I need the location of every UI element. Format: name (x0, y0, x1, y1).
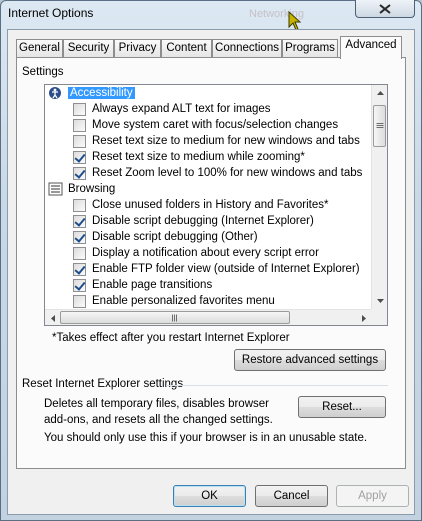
scrollbar-corner (371, 309, 387, 325)
tab-security[interactable]: Security (63, 39, 114, 58)
option-checkbox[interactable] (73, 118, 86, 132)
option-label: Close unused folders in History and Favo… (92, 199, 329, 211)
category-label: Accessibility (68, 87, 135, 99)
window-title: Internet Options (8, 6, 94, 20)
option-checkbox[interactable] (73, 230, 86, 244)
option-label: Always expand ALT text for images (92, 103, 271, 115)
restore-advanced-settings-button[interactable]: Restore advanced settings (234, 349, 386, 371)
setting-option[interactable]: Disable script debugging (Other) (73, 229, 372, 245)
apply-button[interactable]: Apply (336, 485, 409, 507)
horizontal-scroll-thumb[interactable] (60, 311, 290, 324)
option-label: Enable page transitions (92, 279, 213, 291)
settings-tree-list[interactable]: Accessibility Always expand ALT text for… (44, 84, 388, 326)
tab-privacy[interactable]: Privacy (114, 39, 161, 58)
setting-option[interactable]: Reset text size to medium while zooming* (73, 149, 372, 165)
ok-button[interactable]: OK (173, 485, 246, 507)
setting-option[interactable]: Move system caret with focus/selection c… (73, 117, 372, 133)
setting-option[interactable]: Disable script debugging (Internet Explo… (73, 213, 372, 229)
setting-option[interactable]: Reset text size to medium for new window… (73, 133, 372, 149)
option-label: Disable script debugging (Internet Explo… (92, 215, 314, 227)
setting-option[interactable]: Enable personalized favorites menu (73, 293, 372, 309)
settings-group-label: Settings (22, 66, 64, 78)
cancel-button[interactable]: Cancel (255, 485, 328, 507)
option-checkbox[interactable] (73, 294, 86, 308)
scroll-right-button[interactable] (356, 310, 372, 325)
mouse-cursor-icon (288, 11, 302, 31)
reset-warning: You should only use this if your browser… (44, 432, 368, 444)
chevron-up-icon (376, 91, 384, 95)
tab-content[interactable]: Content (161, 39, 212, 58)
category-browsing[interactable]: Browsing (48, 181, 372, 197)
option-label: Reset text size to medium for new window… (92, 135, 360, 147)
option-label: Enable personalized favorites menu (92, 295, 275, 307)
accessibility-icon (49, 87, 61, 99)
reset-group-title: Reset Internet Explorer settings (22, 378, 184, 390)
chevron-right-icon (362, 314, 366, 322)
option-label: Reset text size to medium while zooming* (92, 151, 305, 163)
option-checkbox[interactable] (73, 246, 86, 260)
option-checkbox[interactable] (73, 214, 86, 228)
option-checkbox[interactable] (73, 150, 86, 164)
option-checkbox[interactable] (73, 102, 86, 116)
scroll-down-button[interactable] (372, 293, 387, 309)
tab-general[interactable]: General (16, 39, 63, 58)
vertical-scroll-thumb[interactable] (373, 105, 386, 147)
option-label: Reset Zoom level to 100% for new windows… (92, 167, 363, 179)
title-bar[interactable]: Internet Options Networking (1, 0, 421, 31)
setting-option[interactable]: Display a notification about every scrip… (73, 245, 372, 261)
grip-icon (376, 123, 383, 128)
option-label: Display a notification about every scrip… (92, 247, 319, 259)
reset-button[interactable]: Reset... (298, 396, 386, 418)
option-checkbox[interactable] (73, 278, 86, 292)
category-label: Browsing (68, 183, 116, 195)
option-label: Move system caret with focus/selection c… (92, 119, 339, 131)
category-accessibility[interactable]: Accessibility (48, 85, 372, 101)
tab-programs[interactable]: Programs (282, 39, 338, 58)
reset-description-line: Deletes all temporary files, disables br… (44, 398, 269, 410)
reset-description-line: add-ons, and resets all the changed sett… (44, 414, 273, 426)
grip-icon (172, 314, 177, 321)
option-checkbox[interactable] (73, 262, 86, 276)
option-label: Disable script debugging (Other) (92, 231, 258, 243)
option-checkbox[interactable] (73, 134, 86, 148)
tab-advanced[interactable]: Advanced (340, 36, 402, 59)
option-checkbox[interactable] (73, 166, 86, 180)
setting-option[interactable]: Enable FTP folder view (outside of Inter… (73, 261, 372, 277)
option-checkbox[interactable] (73, 198, 86, 212)
setting-option[interactable]: Always expand ALT text for images (73, 101, 372, 117)
restart-note: *Takes effect after you restart Internet… (52, 332, 290, 344)
chevron-left-icon (51, 314, 55, 322)
browsing-icon (48, 182, 63, 196)
setting-option[interactable]: Reset Zoom level to 100% for new windows… (73, 165, 372, 181)
close-button[interactable] (355, 0, 415, 18)
option-label: Enable FTP folder view (outside of Inter… (92, 263, 360, 275)
close-icon (379, 3, 391, 14)
vertical-scrollbar[interactable] (371, 85, 387, 309)
setting-option[interactable]: Enable page transitions (73, 277, 372, 293)
reset-description: Deletes all temporary files, disables br… (44, 396, 284, 428)
setting-option[interactable]: Close unused folders in History and Favo… (73, 197, 372, 213)
scroll-up-button[interactable] (372, 85, 387, 101)
tab-connections[interactable]: Connections (212, 39, 282, 58)
group-divider (166, 385, 388, 386)
dialog-client-area: General Security Privacy Content Connect… (7, 29, 415, 515)
settings-tree-viewport: Accessibility Always expand ALT text for… (45, 85, 372, 309)
internet-options-window: Internet Options Networking General Secu… (0, 0, 422, 521)
scroll-left-button[interactable] (45, 310, 61, 325)
chevron-down-icon (376, 299, 384, 303)
horizontal-scrollbar[interactable] (45, 309, 372, 325)
